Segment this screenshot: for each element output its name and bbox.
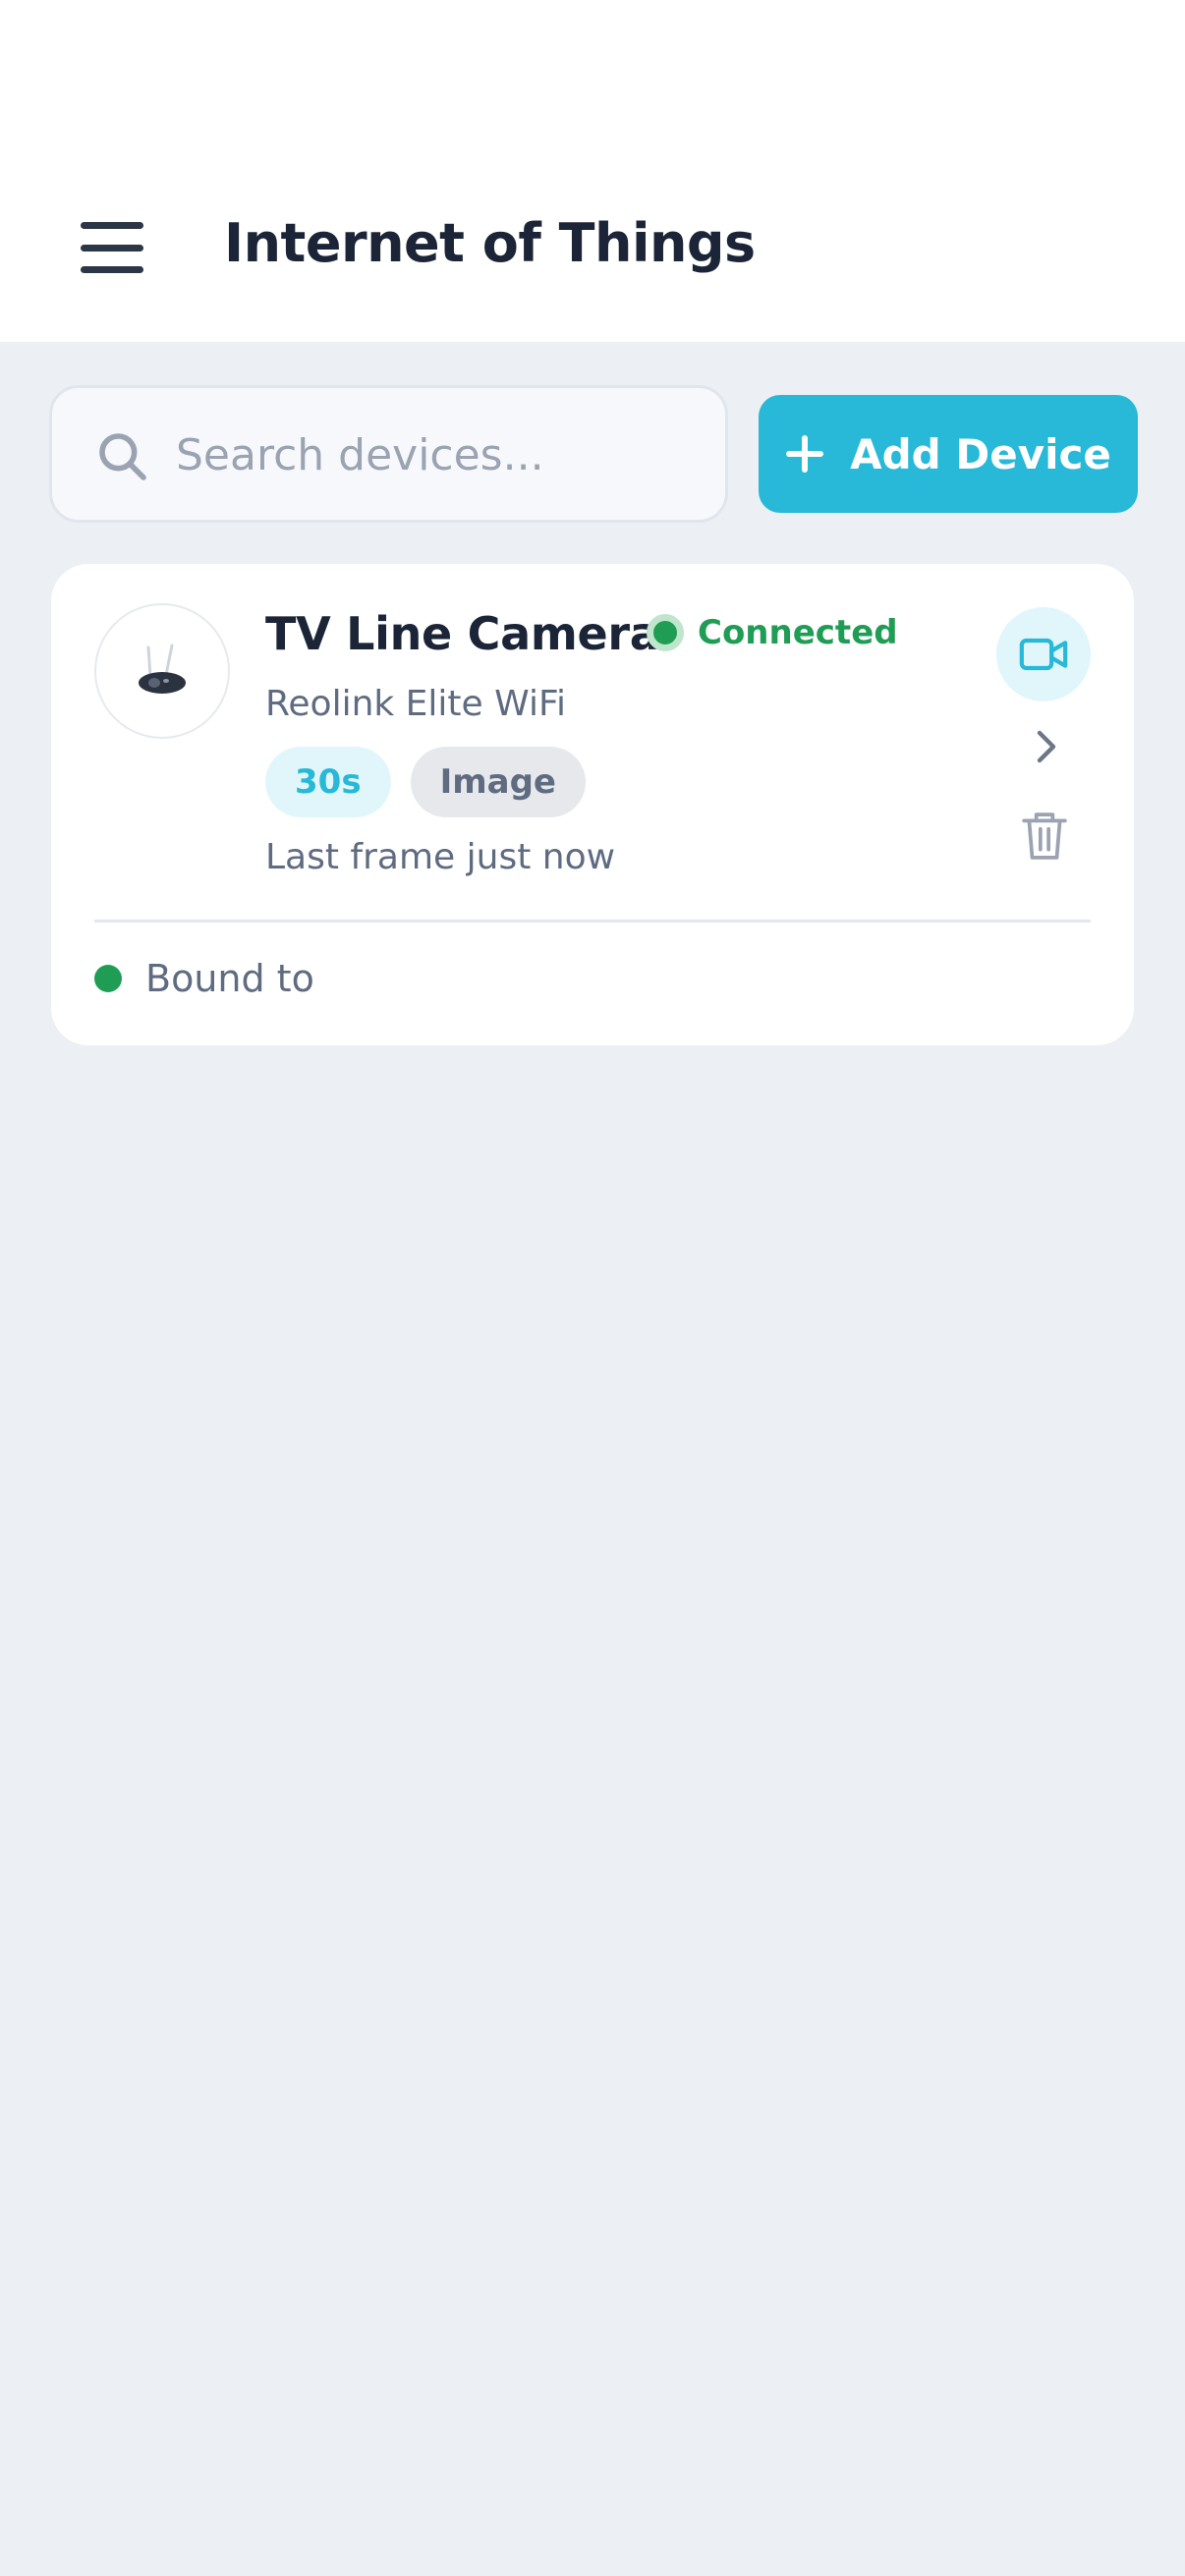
- video-camera-button[interactable]: [996, 607, 1091, 701]
- binding-row: Bound to: [94, 957, 314, 1000]
- device-card[interactable]: TV Line Camera Connected Reolink Elite W…: [51, 564, 1134, 1045]
- status-text: Connected: [698, 613, 898, 652]
- page-title: Internet of Things: [224, 212, 756, 274]
- search-input[interactable]: [176, 416, 706, 494]
- device-thumbnail: [94, 603, 230, 739]
- interval-tag: 30s: [265, 747, 391, 817]
- binding-text: Bound to: [145, 957, 314, 1000]
- status-badge: Connected: [647, 613, 898, 652]
- add-device-label: Add Device: [850, 429, 1111, 478]
- add-device-button[interactable]: Add Device: [759, 395, 1138, 513]
- video-camera-icon: [1019, 638, 1068, 671]
- card-divider: [94, 920, 1091, 923]
- plus-icon: [786, 435, 824, 473]
- trash-icon[interactable]: [1020, 808, 1069, 863]
- device-tags: 30s Image: [265, 747, 586, 817]
- device-name: TV Line Camera: [265, 607, 660, 660]
- binding-status-dot: [94, 965, 122, 992]
- app-header: Internet of Things: [0, 0, 1185, 342]
- hamburger-menu-icon[interactable]: [81, 222, 143, 273]
- search-box[interactable]: [49, 385, 728, 523]
- search-icon: [99, 433, 146, 480]
- camera-image: [139, 644, 186, 694]
- status-dot: [647, 614, 684, 651]
- chevron-right-icon[interactable]: [1022, 723, 1069, 770]
- last-frame-text: Last frame just now: [265, 837, 616, 877]
- type-tag: Image: [410, 747, 586, 817]
- device-model: Reolink Elite WiFi: [265, 684, 567, 724]
